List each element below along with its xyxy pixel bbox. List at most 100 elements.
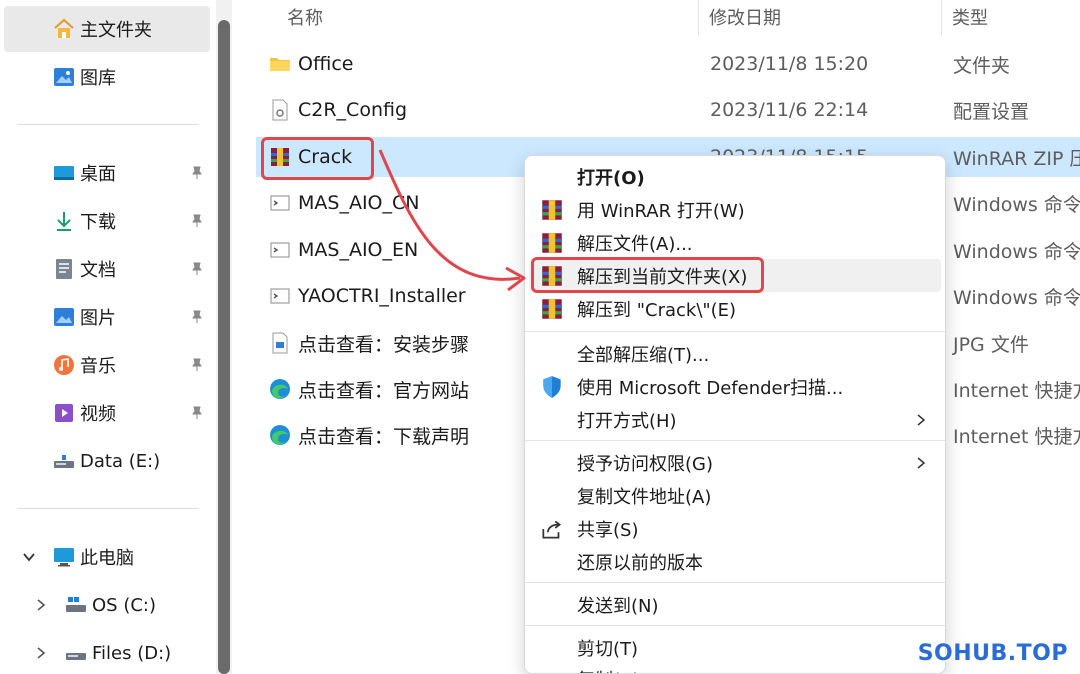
sidebar-divider bbox=[18, 508, 198, 509]
menu-separator bbox=[525, 582, 945, 583]
computer-icon bbox=[54, 548, 74, 567]
file-name: MAS_AIO_EN bbox=[298, 239, 419, 261]
folder-icon bbox=[270, 58, 290, 71]
file-name: MAS_AIO_CN bbox=[298, 192, 420, 214]
chevron-down-icon[interactable] bbox=[22, 550, 36, 564]
menu-item-extract-to[interactable]: 解压到 "Crack\"(E) bbox=[529, 292, 941, 325]
sidebar-item-label: 下载 bbox=[80, 212, 116, 233]
file-type: Windows 命令脚 bbox=[953, 240, 1080, 263]
file-row[interactable]: Office 2023/11/8 15:20 文件夹 bbox=[256, 44, 1080, 84]
column-divider[interactable] bbox=[941, 0, 942, 36]
chevron-right-icon bbox=[917, 456, 926, 469]
drive-icon bbox=[66, 653, 86, 660]
file-name: 点击查看：安装步骤 bbox=[298, 333, 470, 356]
menu-item-label: 用 WinRAR 打开(W) bbox=[577, 200, 745, 222]
sidebar-item-data-drive[interactable]: Data (E:) bbox=[4, 438, 210, 484]
menu-item-grant-access[interactable]: 授予访问权限(G) bbox=[529, 446, 941, 479]
sidebar-item-drive-d[interactable]: Files (D:) bbox=[4, 630, 210, 674]
menu-item-label: 解压文件(A)... bbox=[577, 233, 693, 255]
menu-item-open-winrar[interactable]: 用 WinRAR 打开(W) bbox=[529, 193, 941, 226]
navigation-pane: 主文件夹 图库 桌面 下载 文档 图片 音乐 视频 Data (E:) 此电脑 … bbox=[0, 0, 232, 674]
menu-item-label: 剪切(T) bbox=[577, 638, 639, 660]
pin-icon[interactable] bbox=[190, 358, 204, 372]
sidebar-scrollbar-thumb[interactable] bbox=[218, 20, 230, 674]
pin-icon[interactable] bbox=[190, 166, 204, 180]
pin-icon[interactable] bbox=[190, 214, 204, 228]
winrar-icon bbox=[542, 298, 562, 319]
file-name: YAOCTRI_Installer bbox=[298, 285, 466, 307]
winrar-icon bbox=[542, 232, 562, 253]
config-file-icon bbox=[272, 99, 288, 121]
sidebar-item-label: 图库 bbox=[80, 68, 116, 89]
sidebar-item-label: Files (D:) bbox=[92, 642, 172, 664]
menu-item-share[interactable]: 共享(S) bbox=[529, 512, 941, 545]
menu-item-label: 共享(S) bbox=[577, 519, 639, 541]
sidebar-item-drive-c[interactable]: OS (C:) bbox=[4, 582, 210, 628]
menu-item-label: 还原以前的版本 bbox=[577, 552, 703, 574]
drive-icon bbox=[54, 455, 74, 468]
file-row[interactable]: C2R_Config 2023/11/6 22:14 配置设置 bbox=[256, 90, 1080, 130]
music-icon bbox=[54, 355, 74, 375]
file-name: 点击查看：官方网站 bbox=[298, 379, 470, 402]
chevron-right-icon[interactable] bbox=[34, 598, 48, 612]
sidebar-item-pictures[interactable]: 图片 bbox=[4, 294, 210, 340]
menu-item-open-with[interactable]: 打开方式(H) bbox=[529, 403, 941, 436]
menu-separator bbox=[525, 440, 945, 441]
menu-item-label: 使用 Microsoft Defender扫描... bbox=[577, 377, 844, 399]
menu-item-label: 全部解压缩(T)... bbox=[577, 344, 710, 366]
sidebar-item-label: 图片 bbox=[80, 308, 116, 329]
sidebar-item-documents[interactable]: 文档 bbox=[4, 246, 210, 292]
column-divider[interactable] bbox=[698, 0, 699, 36]
sidebar-item-label: 桌面 bbox=[80, 164, 116, 185]
cmd-script-icon bbox=[270, 195, 290, 211]
home-icon bbox=[54, 18, 74, 38]
file-type: Windows 命令脚 bbox=[953, 193, 1080, 216]
download-icon bbox=[57, 212, 71, 231]
file-name: C2R_Config bbox=[298, 99, 408, 121]
menu-item-extract-all[interactable]: 全部解压缩(T)... bbox=[529, 337, 941, 370]
cmd-script-icon bbox=[270, 288, 290, 304]
windows-drive-icon bbox=[66, 597, 86, 612]
watermark-logo: SOHUB.TOP bbox=[917, 641, 1068, 666]
file-type: 配置设置 bbox=[953, 100, 1030, 123]
sidebar-item-this-pc[interactable]: 此电脑 bbox=[4, 534, 210, 580]
menu-item-defender-scan[interactable]: 使用 Microsoft Defender扫描... bbox=[529, 370, 941, 403]
sidebar-item-music[interactable]: 音乐 bbox=[4, 342, 210, 388]
column-header-type[interactable]: 类型 bbox=[952, 4, 988, 30]
sidebar-item-gallery[interactable]: 图库 bbox=[4, 54, 210, 100]
file-type: 文件夹 bbox=[953, 54, 1011, 77]
file-date: 2023/11/8 15:20 bbox=[710, 53, 869, 75]
pictures-icon bbox=[54, 308, 74, 326]
menu-item-label: 复制文件地址(A) bbox=[577, 486, 712, 508]
menu-item-extract-files[interactable]: 解压文件(A)... bbox=[529, 226, 941, 259]
sidebar-item-label: 主文件夹 bbox=[80, 20, 152, 41]
file-name: Office bbox=[298, 53, 354, 75]
menu-item-copy[interactable]: 复制(C) bbox=[529, 662, 941, 674]
menu-item-label: 打开(O) bbox=[577, 167, 645, 189]
sidebar-item-videos[interactable]: 视频 bbox=[4, 390, 210, 436]
chevron-right-icon[interactable] bbox=[34, 646, 48, 660]
highlight-box-crack bbox=[261, 137, 374, 180]
column-header-name[interactable]: 名称 bbox=[287, 4, 323, 30]
sidebar-item-label: 音乐 bbox=[80, 356, 116, 377]
file-type: JPG 文件 bbox=[953, 333, 1029, 356]
pin-icon[interactable] bbox=[190, 262, 204, 276]
menu-item-open[interactable]: 打开(O) bbox=[529, 160, 941, 193]
pin-icon[interactable] bbox=[190, 310, 204, 324]
menu-item-copy-path[interactable]: 复制文件地址(A) bbox=[529, 479, 941, 512]
column-header-modified[interactable]: 修改日期 bbox=[709, 4, 781, 30]
menu-item-label: 打开方式(H) bbox=[577, 410, 677, 432]
file-type: Windows 命令脚 bbox=[953, 286, 1080, 309]
video-icon bbox=[55, 404, 73, 422]
pin-icon[interactable] bbox=[190, 406, 204, 420]
sidebar-item-home[interactable]: 主文件夹 bbox=[4, 6, 210, 52]
menu-item-send-to[interactable]: 发送到(N) bbox=[529, 588, 941, 621]
file-type: WinRAR ZIP 压 bbox=[953, 147, 1080, 170]
sidebar-item-desktop[interactable]: 桌面 bbox=[4, 150, 210, 196]
menu-item-restore-versions[interactable]: 还原以前的版本 bbox=[529, 545, 941, 578]
winrar-icon bbox=[542, 199, 562, 220]
defender-shield-icon bbox=[543, 375, 561, 398]
menu-item-cut[interactable]: 剪切(T) bbox=[529, 631, 941, 664]
menu-item-label: 授予访问权限(G) bbox=[577, 453, 713, 475]
sidebar-item-downloads[interactable]: 下载 bbox=[4, 198, 210, 244]
